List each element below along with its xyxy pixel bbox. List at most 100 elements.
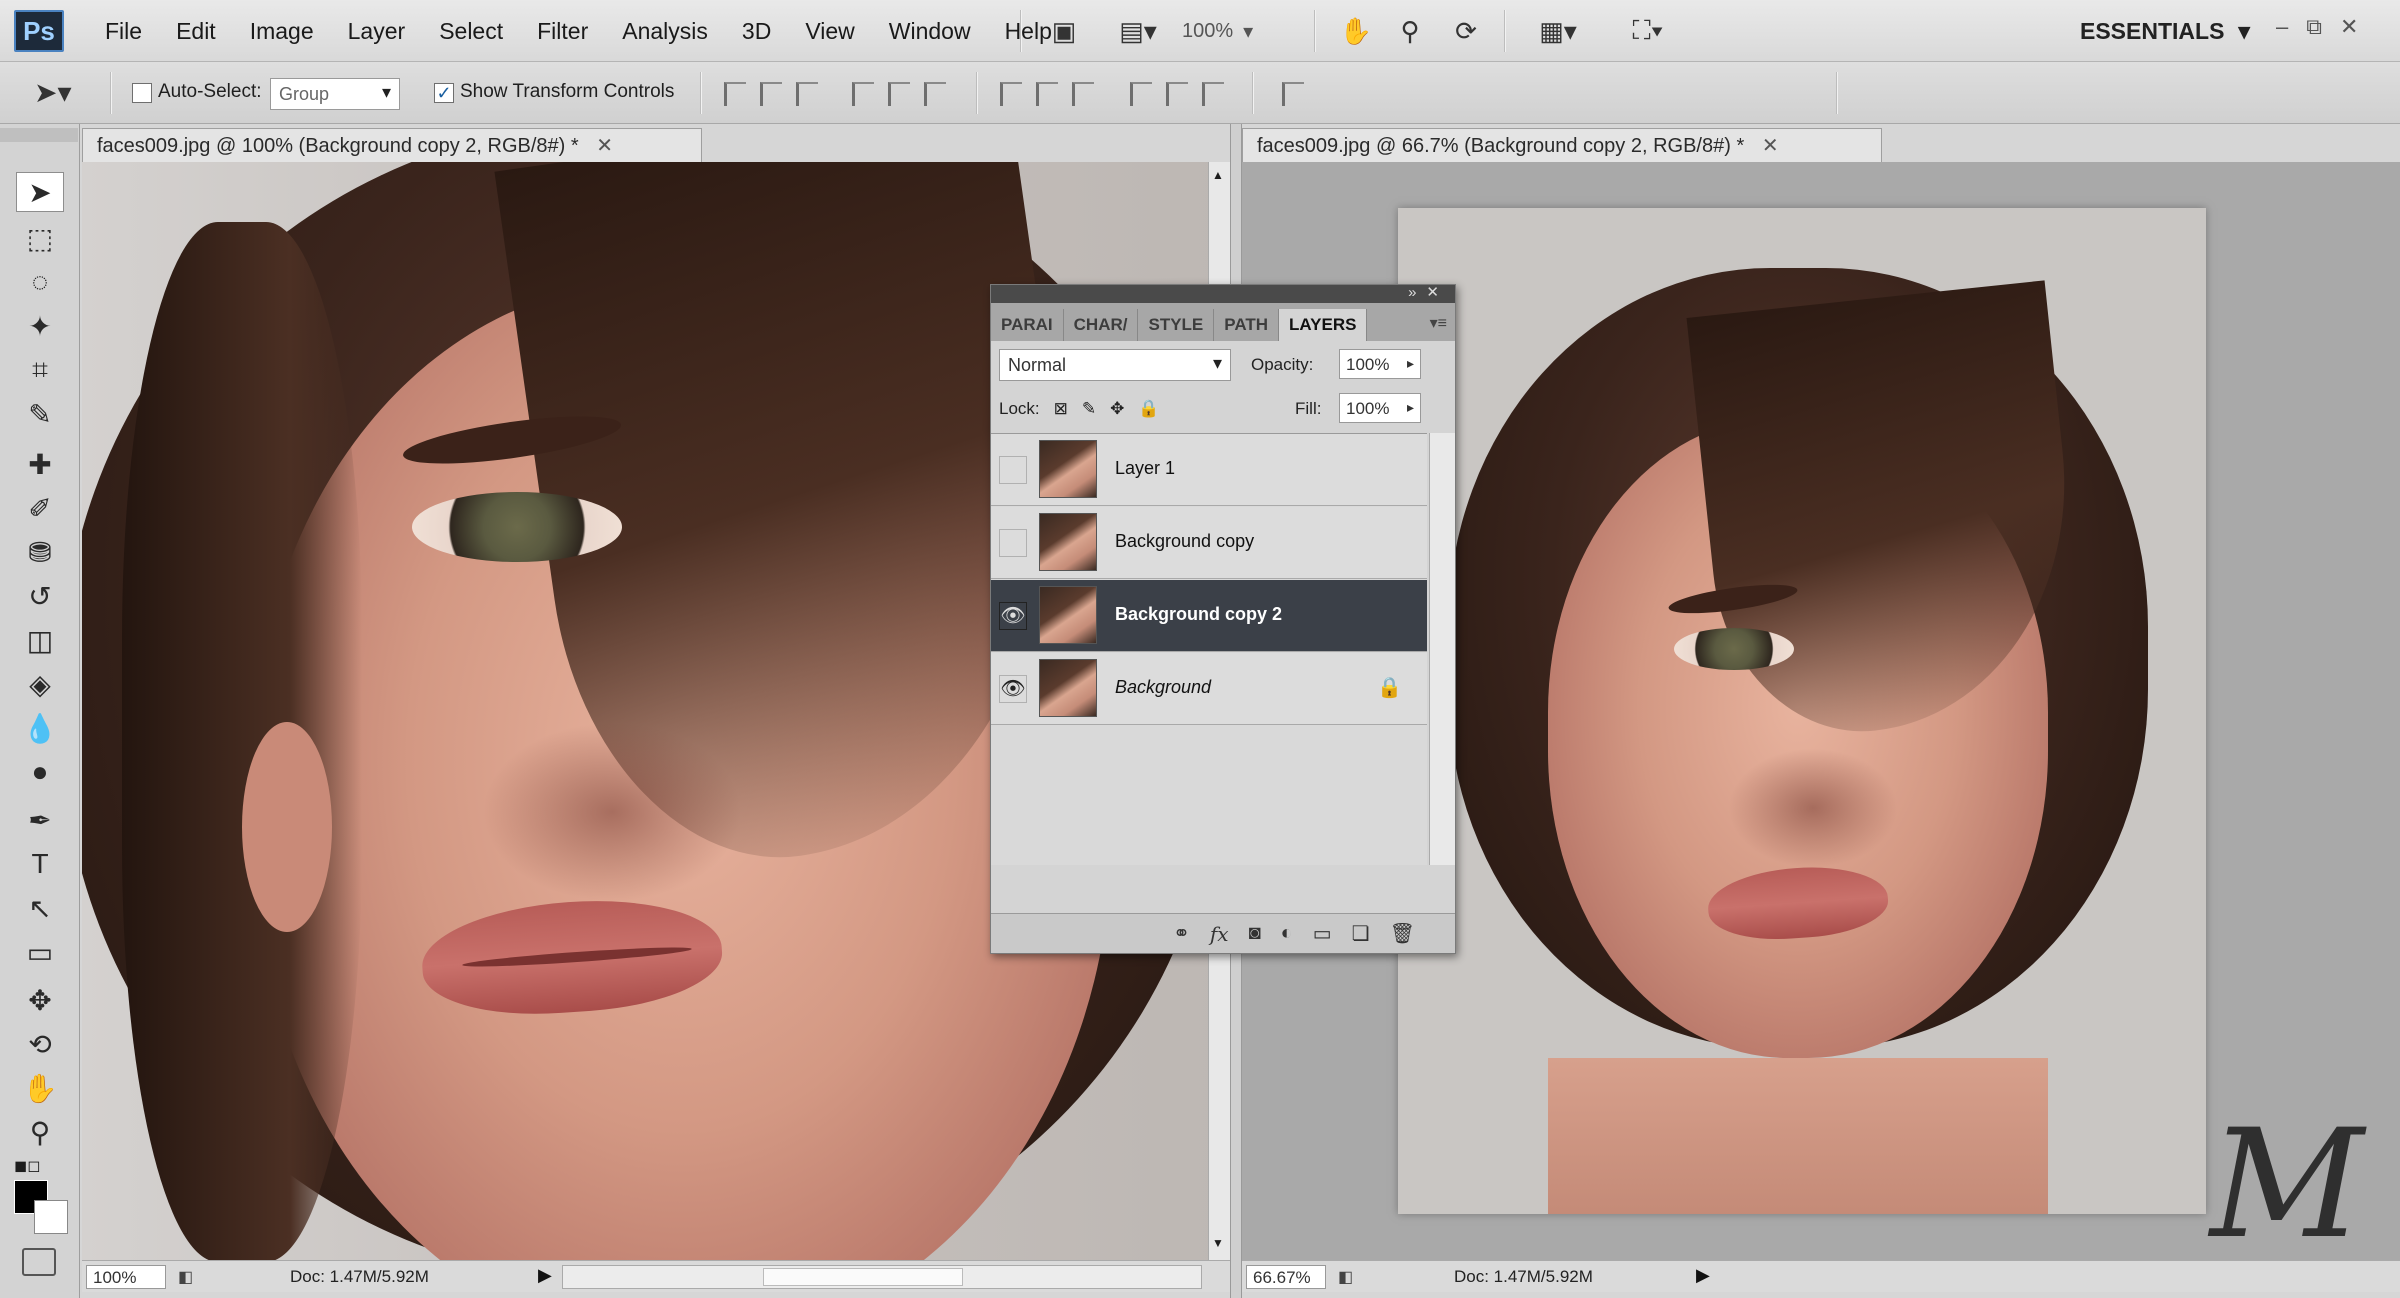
document-2-zoom-field[interactable]: 66.67% <box>1246 1265 1326 1289</box>
tab-styles[interactable]: STYLE <box>1138 309 1215 341</box>
distribute-horizontal-center-icon[interactable] <box>1166 82 1188 106</box>
close-panel-icon[interactable]: ✕ <box>1426 284 1449 301</box>
pen-tool-icon[interactable]: ✒ <box>16 800 64 840</box>
arrange-documents-icon[interactable]: ▦▾ <box>1526 14 1590 48</box>
adjustment-icon[interactable]: ◐ <box>1281 922 1293 945</box>
close-icon[interactable]: ✕ <box>1762 135 1779 157</box>
chevron-right-icon[interactable]: ▸ <box>1407 399 1414 416</box>
document-1-zoom-field[interactable]: 100% <box>86 1265 166 1289</box>
document-1-horizontal-scrollbar[interactable] <box>562 1265 1202 1289</box>
lock-position-icon[interactable]: ✥ <box>1110 399 1124 419</box>
view-extras-icon[interactable]: ▤▾ <box>1108 14 1168 48</box>
tab-layers[interactable]: LAYERS <box>1279 309 1368 341</box>
opacity-field[interactable]: 100% ▸ <box>1339 349 1421 379</box>
trash-icon[interactable]: 🗑 <box>1390 921 1415 946</box>
scroll-down-icon[interactable]: ▼ <box>1212 1236 1224 1250</box>
menu-file[interactable]: File <box>88 18 159 45</box>
shape-tool-icon[interactable]: ▭ <box>16 932 64 972</box>
scroll-thumb[interactable] <box>763 1268 963 1286</box>
menu-filter[interactable]: Filter <box>520 18 605 45</box>
restore-icon[interactable]: ⧉ <box>2306 14 2322 46</box>
layer-name[interactable]: Background copy 2 <box>1115 604 1282 625</box>
rotate-view-icon[interactable]: ⟳ <box>1446 14 1486 48</box>
distribute-right-icon[interactable] <box>1202 82 1224 106</box>
align-top-icon[interactable] <box>724 82 746 106</box>
layer-row-background[interactable]: 👁 Background 🔒 <box>991 653 1427 725</box>
distribute-bottom-icon[interactable] <box>1072 82 1094 106</box>
auto-select-mode-dropdown[interactable]: Group ▾ <box>270 78 400 110</box>
zoom-icon[interactable]: ⚲ <box>1390 14 1430 48</box>
fill-field[interactable]: 100% ▸ <box>1339 393 1421 423</box>
move-tool-icon[interactable]: ➤ <box>16 172 64 212</box>
tab-paths[interactable]: PATH <box>1214 309 1280 341</box>
default-colors-icon[interactable]: ◼◻ <box>14 1156 41 1176</box>
bridge-icon[interactable]: ▣ <box>1044 14 1084 48</box>
panel-menu-icon[interactable]: ▾≡ <box>1430 313 1447 333</box>
lasso-tool-icon[interactable]: ◌ <box>16 262 64 302</box>
new-layer-icon[interactable]: ❏ <box>1352 921 1370 946</box>
menu-select[interactable]: Select <box>422 18 520 45</box>
background-color-swatch[interactable] <box>34 1200 68 1234</box>
minimize-icon[interactable]: – <box>2276 14 2288 46</box>
move-tool-preset-icon[interactable]: ➤▾ <box>34 76 72 109</box>
lock-transparency-icon[interactable]: ⊠ <box>1054 399 1068 419</box>
align-bottom-icon[interactable] <box>796 82 818 106</box>
zoom-tool-icon[interactable]: ⚲ <box>16 1112 64 1152</box>
layer-name[interactable]: Background <box>1115 677 1211 698</box>
clone-stamp-tool-icon[interactable]: ⛃ <box>16 532 64 572</box>
scroll-up-icon[interactable]: ▲ <box>1212 168 1224 182</box>
history-brush-tool-icon[interactable]: ↺ <box>16 576 64 616</box>
document-tab-2[interactable]: faces009.jpg @ 66.7% (Background copy 2,… <box>1242 128 1882 162</box>
quick-mask-icon[interactable] <box>22 1248 56 1276</box>
lock-all-icon[interactable]: 🔒 <box>1138 399 1159 419</box>
hand-icon[interactable]: ✋ <box>1336 14 1376 48</box>
healing-brush-tool-icon[interactable]: ✚ <box>16 444 64 484</box>
fx-icon[interactable]: fx <box>1210 922 1229 946</box>
layer-row-background-copy-2[interactable]: 👁 Background copy 2 <box>991 580 1427 652</box>
status-menu-arrow-icon[interactable]: ▶ <box>1696 1265 1714 1289</box>
document-tab-1[interactable]: faces009.jpg @ 100% (Background copy 2, … <box>82 128 702 162</box>
3d-rotate-tool-icon[interactable]: ✥ <box>16 980 64 1020</box>
layer-list-scrollbar[interactable] <box>1429 433 1455 865</box>
menu-3d[interactable]: 3D <box>725 18 788 45</box>
mask-icon[interactable]: ◙ <box>1249 922 1261 945</box>
align-left-icon[interactable] <box>852 82 874 106</box>
menu-edit[interactable]: Edit <box>159 18 233 45</box>
screen-mode-icon[interactable]: ⛶▾ <box>1616 14 1680 48</box>
hand-tool-icon[interactable]: ✋ <box>16 1068 64 1108</box>
tools-panel-grip[interactable] <box>0 128 78 142</box>
workspace-switcher[interactable]: ESSENTIALS ▾ <box>2080 16 2250 46</box>
visibility-toggle-hidden[interactable] <box>999 529 1027 557</box>
layer-name[interactable]: Layer 1 <box>1115 458 1175 479</box>
eye-icon[interactable]: 👁 <box>999 675 1027 703</box>
collapse-panel-icon[interactable]: » <box>1408 284 1426 301</box>
eyedropper-tool-icon[interactable]: ✎ <box>16 394 64 434</box>
path-selection-tool-icon[interactable]: ↖ <box>16 888 64 928</box>
menu-image[interactable]: Image <box>233 18 331 45</box>
layers-panel-titlebar[interactable]: »✕ <box>991 284 1455 303</box>
zoom-level-dropdown[interactable]: 100% ▾ <box>1182 16 1294 46</box>
distribute-left-icon[interactable] <box>1130 82 1152 106</box>
close-icon[interactable]: ✕ <box>2340 14 2358 46</box>
3d-orbit-tool-icon[interactable]: ⟲ <box>16 1024 64 1064</box>
eraser-tool-icon[interactable]: ◫ <box>16 620 64 660</box>
link-icon[interactable]: ⚭ <box>1173 921 1190 946</box>
distribute-top-icon[interactable] <box>1000 82 1022 106</box>
type-tool-icon[interactable]: T <box>16 844 64 884</box>
magic-wand-tool-icon[interactable]: ✦ <box>16 306 64 346</box>
layer-name[interactable]: Background copy <box>1115 531 1254 552</box>
show-transform-controls-checkbox[interactable]: ✓ <box>434 83 454 103</box>
close-icon[interactable]: ✕ <box>596 135 613 157</box>
eye-icon[interactable]: 👁 <box>999 602 1027 630</box>
info-icon[interactable]: ◧ <box>178 1267 193 1287</box>
layer-row-background-copy[interactable]: Background copy <box>991 507 1427 579</box>
marquee-tool-icon[interactable]: ⬚ <box>16 218 64 258</box>
auto-select-checkbox[interactable] <box>132 83 152 103</box>
blur-tool-icon[interactable]: 💧 <box>16 708 64 748</box>
visibility-toggle-hidden[interactable] <box>999 456 1027 484</box>
tab-character[interactable]: CHAR/ <box>1064 309 1139 341</box>
align-vertical-center-icon[interactable] <box>760 82 782 106</box>
paint-bucket-tool-icon[interactable]: ◈ <box>16 664 64 704</box>
group-icon[interactable]: ▭ <box>1313 921 1332 946</box>
crop-tool-icon[interactable]: ⌗ <box>16 350 64 390</box>
